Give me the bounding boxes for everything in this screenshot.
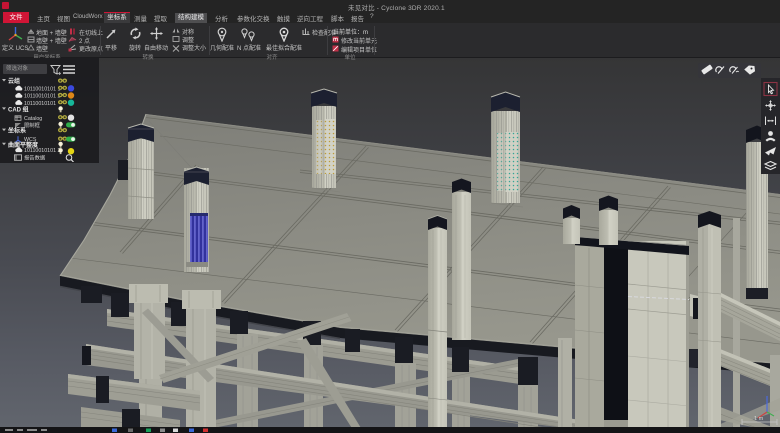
svg-text:报告数据: 报告数据 (24, 153, 46, 161)
svg-text:云组: 云组 (8, 77, 20, 85)
svg-text:Catalog: Catalog (24, 116, 42, 122)
svg-text:10110010101 2: 10110010101 2 (24, 94, 60, 100)
svg-text:10110010101: 10110010101 (24, 101, 56, 107)
svg-text:坐标系: 坐标系 (8, 127, 26, 135)
svg-text:10110010101 2: 10110010101 2 (24, 148, 60, 154)
svg-text:限制框: 限制框 (24, 121, 41, 129)
svg-text:1 m: 1 m (754, 416, 764, 422)
svg-text:CAD 组: CAD 组 (8, 105, 29, 113)
svg-text:10110010101 1: 10110010101 1 (24, 87, 60, 93)
